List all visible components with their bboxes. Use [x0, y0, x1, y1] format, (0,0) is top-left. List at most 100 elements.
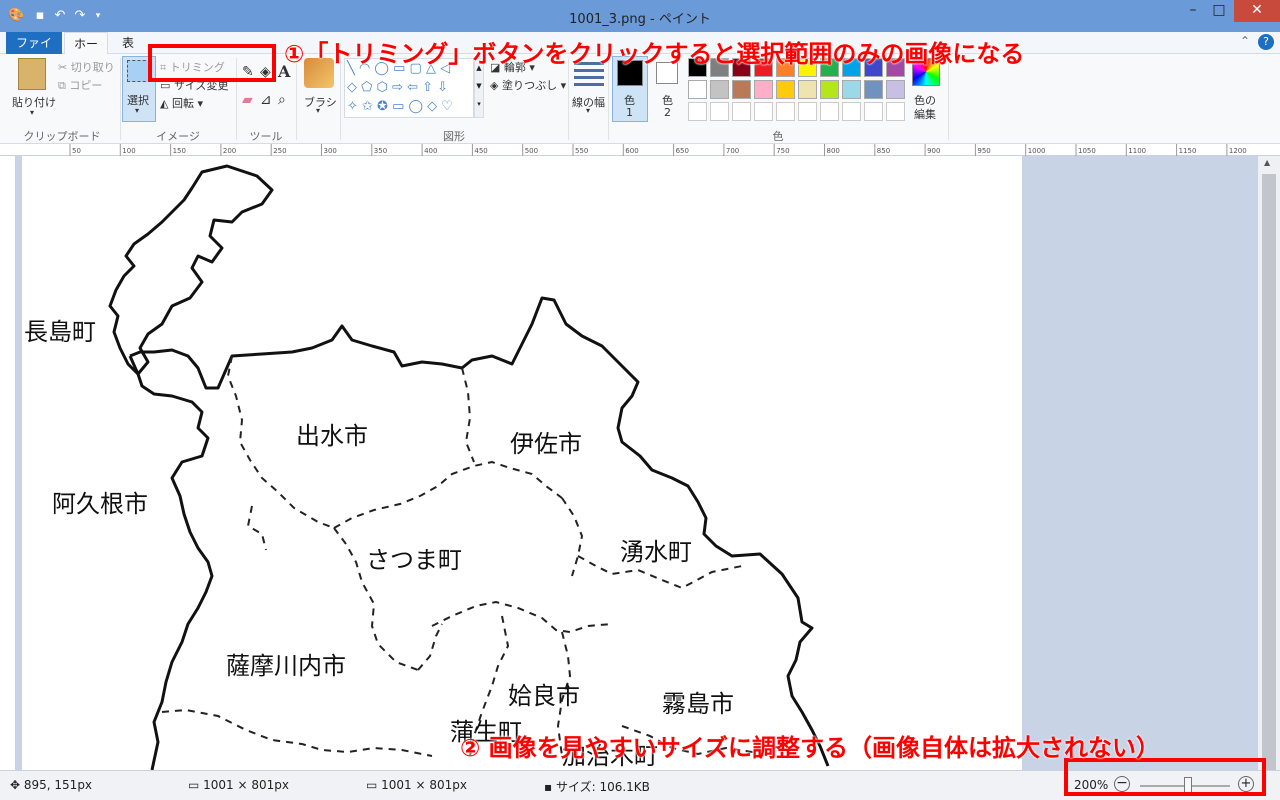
cursor-position-value: 895, 151px [23, 778, 93, 792]
map-label-izumi: 出水市 [296, 422, 368, 450]
image-group-label: イメージ [156, 130, 200, 143]
selection-size-value: 1001 × 801px [203, 778, 290, 792]
divider [568, 58, 569, 140]
copy-button[interactable]: ⧉ コピー [58, 77, 102, 93]
map-label-satsuma: さつま町 [366, 546, 462, 574]
color1-number: 1 [626, 106, 633, 119]
zoom-highlight-box [1064, 758, 1266, 796]
tools-group-label: ツール [249, 130, 283, 143]
image-size: ▭ 1001 × 801px [366, 778, 468, 792]
palette-swatch[interactable] [776, 80, 795, 99]
eraser-icon[interactable]: ▰ [242, 92, 253, 108]
ruler-label: 400 [424, 147, 437, 155]
divider [296, 58, 297, 140]
brush-dropdown-icon[interactable]: ▾ [316, 106, 320, 115]
line-width-dropdown-icon[interactable]: ▾ [586, 106, 590, 115]
ruler-label: 1150 [1179, 147, 1197, 155]
ruler-label: 450 [474, 147, 487, 155]
paste-dropdown-icon[interactable]: ▾ [30, 108, 34, 117]
clipboard-group-label: クリップボード [23, 130, 101, 143]
image-canvas[interactable]: 長島町 阿久根市 出水市 伊佐市 さつま町 湧水町 薩摩川内市 姶良市 霧島市 … [22, 156, 1022, 770]
palette-swatch[interactable] [798, 80, 817, 99]
copy-label: コピー [69, 79, 103, 92]
ruler-label: 350 [374, 147, 387, 155]
maximize-button[interactable]: □ [1204, 0, 1234, 22]
cursor-position: ✥ 895, 151px [10, 778, 93, 792]
palette-swatch-empty[interactable] [776, 102, 795, 121]
ruler-label: 900 [927, 147, 940, 155]
ruler-label: 800 [827, 147, 840, 155]
vertical-scrollbar[interactable]: ▲ [1258, 156, 1280, 774]
palette-swatch-empty[interactable] [754, 102, 773, 121]
edit-colors-label-2: 編集 [914, 108, 936, 121]
colors-group-label: 色 [772, 130, 784, 143]
magnifier-icon[interactable]: ⌕ [278, 92, 286, 108]
cut-label: 切り取り [70, 61, 115, 74]
rotate-button[interactable]: ◭ 回転 ▾ [160, 95, 203, 111]
window-title: 1001_3.png - ペイント [569, 12, 711, 27]
map-label-satsumasendai: 薩摩川内市 [226, 652, 346, 680]
palette-swatch[interactable] [688, 80, 707, 99]
palette-swatch-empty[interactable] [820, 102, 839, 121]
palette-swatch-empty[interactable] [798, 102, 817, 121]
cut-button[interactable]: ✂ 切り取り [58, 59, 115, 75]
map-label-nagashima: 長島町 [24, 318, 96, 346]
palette-swatch-empty[interactable] [864, 102, 883, 121]
selection-size: ▭ 1001 × 801px [188, 778, 290, 792]
divider [948, 58, 949, 140]
fill-label: 塗りつぶし [501, 79, 558, 92]
ruler-label: 700 [726, 147, 739, 155]
select-dropdown-icon[interactable]: ▾ [135, 106, 139, 115]
map-label-aira: 姶良市 [508, 682, 580, 710]
title-bar: 🎨 ▪ ↶ ↷ ▾ 1001_3.png - ペイント – □ ✕ [0, 0, 1280, 32]
ruler-label: 1100 [1128, 147, 1146, 155]
canvas-workspace[interactable]: 長島町 阿久根市 出水市 伊佐市 さつま町 湧水町 薩摩川内市 姶良市 霧島市 … [16, 156, 1258, 770]
file-size: ▪ サイズ: 106.1KB [544, 780, 650, 794]
brush-label: ブラシ [304, 96, 337, 109]
scroll-up-icon[interactable]: ▲ [1264, 158, 1270, 167]
horizontal-ruler: 50 100 150 200 250 300 350 400 450 500 550 600 650 70… [0, 144, 1280, 156]
palette-swatch[interactable] [864, 80, 883, 99]
tab-home[interactable]: ホーム [64, 32, 108, 73]
annotation-step2: ② 画像を見やすいサイズに調整する（画像自体は拡大されない） [460, 734, 1160, 762]
help-icon[interactable]: ? [1258, 34, 1274, 50]
map-label-kirishima: 霧島市 [662, 690, 734, 718]
ruler-label: 950 [977, 147, 990, 155]
ruler-label: 300 [324, 147, 337, 155]
palette-swatch-empty[interactable] [842, 102, 861, 121]
ruler-label: 850 [877, 147, 890, 155]
palette-swatch-empty[interactable] [886, 102, 905, 121]
ruler-label: 600 [625, 147, 638, 155]
palette-swatch[interactable] [732, 80, 751, 99]
ruler-label: 50 [72, 147, 81, 155]
tab-view[interactable]: 表示 [110, 32, 146, 72]
ruler-label: 1050 [1078, 147, 1096, 155]
palette-swatch[interactable] [842, 80, 861, 99]
ruler-label: 750 [776, 147, 789, 155]
ruler-label: 250 [273, 147, 286, 155]
palette-swatch-empty[interactable] [710, 102, 729, 121]
close-button[interactable]: ✕ [1234, 0, 1280, 22]
paste-icon[interactable] [18, 58, 46, 90]
image-size-value: 1001 × 801px [381, 778, 468, 792]
scrollbar-thumb[interactable] [1262, 174, 1276, 774]
map-label-akune: 阿久根市 [52, 490, 148, 518]
palette-swatch-empty[interactable] [732, 102, 751, 121]
color-picker-icon[interactable]: ⊿ [260, 92, 272, 108]
ruler-label: 500 [525, 147, 538, 155]
ruler-label: 650 [676, 147, 689, 155]
fill-button[interactable]: ◈ 塗りつぶし ▾ [490, 77, 566, 93]
shapes-group-label: 図形 [443, 130, 465, 143]
map-label-isa: 伊佐市 [510, 430, 582, 458]
file-size-value: サイズ: 106.1KB [555, 780, 650, 794]
ruler-label: 550 [575, 147, 588, 155]
palette-swatch-empty[interactable] [688, 102, 707, 121]
palette-swatch[interactable] [754, 80, 773, 99]
palette-swatch[interactable] [820, 80, 839, 99]
map-label-yusui: 湧水町 [620, 538, 692, 566]
collapse-ribbon-icon[interactable]: ⌃ [1240, 34, 1250, 48]
palette-swatch[interactable] [710, 80, 729, 99]
tab-file[interactable]: ファイル [6, 32, 62, 72]
ruler-label: 1200 [1229, 147, 1247, 155]
palette-swatch[interactable] [886, 80, 905, 99]
